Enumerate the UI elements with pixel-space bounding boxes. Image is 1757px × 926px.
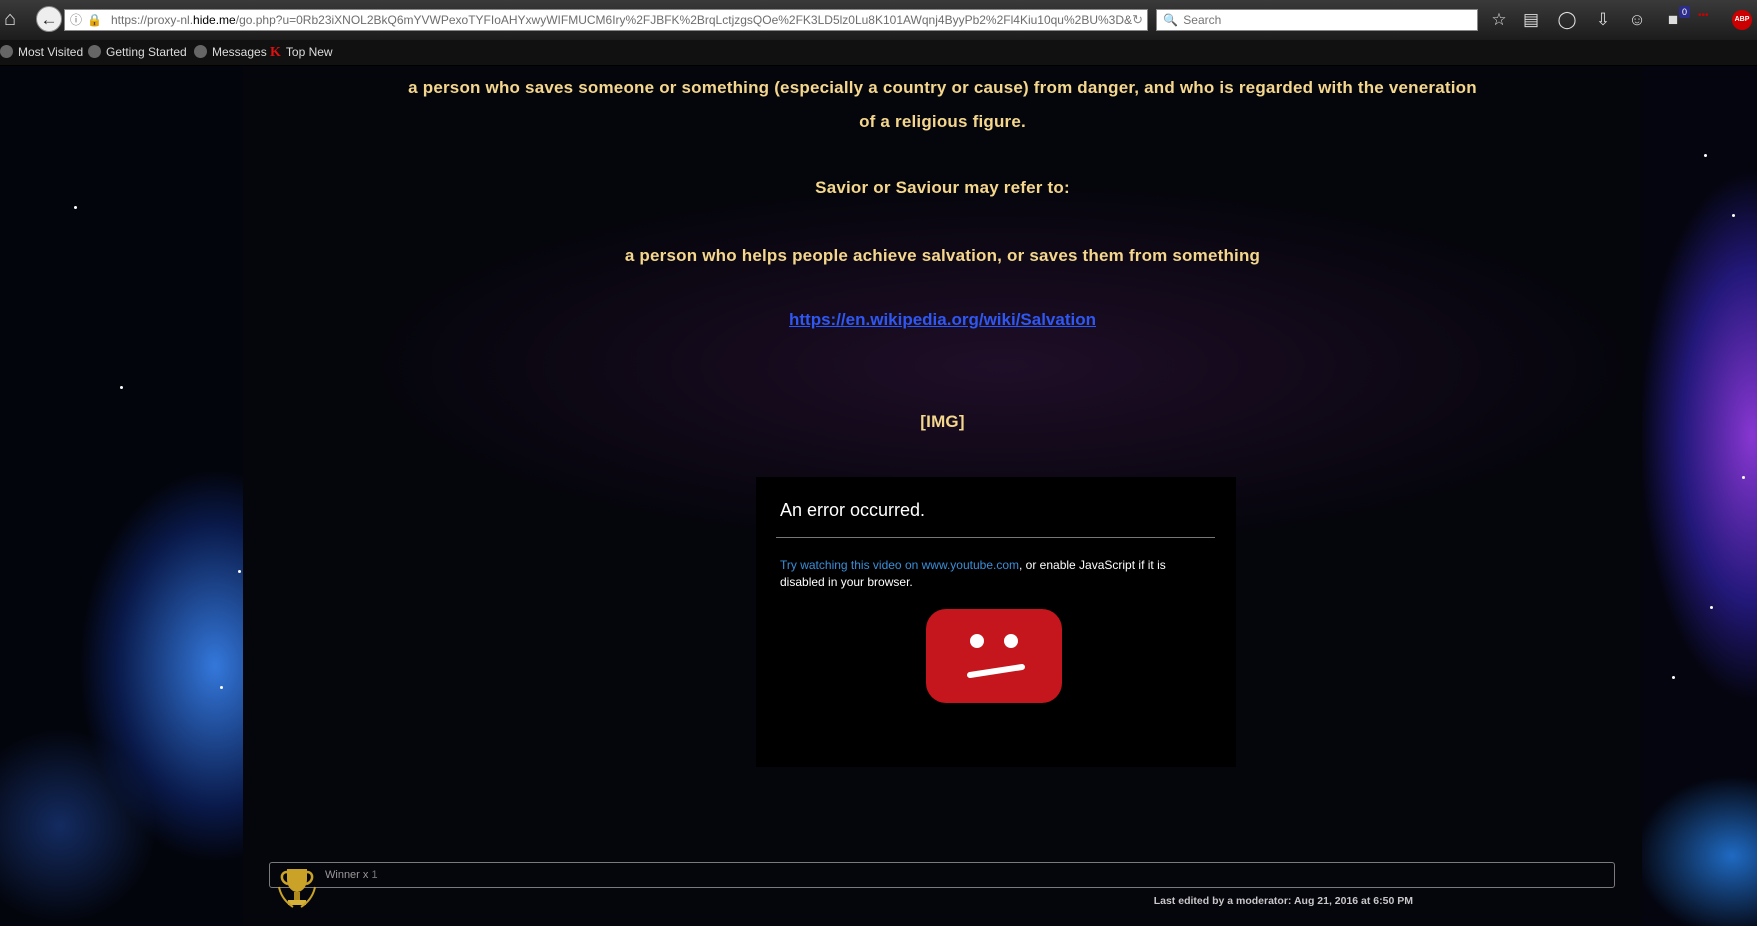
- globe-icon: [194, 45, 207, 58]
- url-text: https://proxy-nl.hide.me/go.php?u=0Rb23i…: [111, 13, 1132, 27]
- error-divider: [776, 537, 1215, 538]
- post-text-line: a person who saves someone or something …: [408, 78, 1477, 97]
- emoji-icon[interactable]: ☺: [1626, 9, 1648, 31]
- folder-icon: [0, 45, 13, 58]
- bookmark-star-icon[interactable]: ☆: [1488, 9, 1510, 31]
- bookmark-most-visited[interactable]: Most Visited: [0, 45, 83, 59]
- adblock-icon[interactable]: ABP: [1732, 10, 1752, 30]
- info-icon[interactable]: ⓘ: [69, 10, 83, 30]
- url-path: /go.php?u=0Rb23iXNOL2BkQ6mYVWPexoTYFIoAH…: [235, 13, 1133, 27]
- embedded-video-error[interactable]: An error occurred. Try watching this vid…: [756, 477, 1236, 767]
- k-logo-icon: K: [270, 45, 281, 60]
- winner-count: 1: [371, 869, 378, 881]
- reload-icon[interactable]: ↻: [1132, 10, 1143, 30]
- post-text-line: of a religious figure.: [859, 112, 1026, 131]
- sad-youtube-icon: [926, 609, 1062, 703]
- bookmark-label: Messages: [212, 45, 267, 59]
- bookmark-label: Top New: [285, 45, 333, 59]
- url-prefix: https://proxy-nl.: [111, 13, 194, 27]
- lock-icon: 🔒: [87, 13, 102, 27]
- browser-toolbar: ⌂ ← ⓘ 🔒 https://proxy-nl.hide.me/go.php?u=…: [0, 0, 1757, 40]
- bookmark-label: Most Visited: [18, 45, 84, 59]
- bookmark-top-new[interactable]: K Top New: [270, 45, 333, 61]
- back-button[interactable]: ←: [36, 6, 62, 32]
- bookmark-messages[interactable]: Messages: [194, 45, 267, 59]
- img-tag: [IMG]: [920, 412, 965, 431]
- error-message: Try watching this video on www.youtube.c…: [780, 557, 1210, 591]
- trophy-winner-label: Winner x 1: [325, 869, 378, 881]
- web-page: a person who saves someone or something …: [0, 66, 1757, 926]
- notification-badge: 0: [1679, 6, 1691, 18]
- error-title: An error occurred.: [780, 500, 926, 520]
- home-icon[interactable]: ⌂: [0, 8, 20, 30]
- wikipedia-link[interactable]: https://en.wikipedia.org/wiki/Salvation: [789, 310, 1096, 329]
- post-subheading: Savior or Saviour may refer to:: [815, 178, 1070, 197]
- left-background-panel: [0, 66, 243, 926]
- pocket-icon[interactable]: ◯: [1556, 9, 1578, 31]
- download-icon[interactable]: ⇩: [1592, 9, 1614, 31]
- trophy-icon[interactable]: [277, 865, 317, 911]
- url-bar[interactable]: ⓘ 🔒 https://proxy-nl.hide.me/go.php?u=0Rb2…: [64, 9, 1148, 31]
- winner-text: Winner x: [325, 869, 369, 881]
- bookmarks-bar: Most Visited Getting Started Messages KT…: [0, 40, 1757, 66]
- post-text-line: a person who helps people achieve salvat…: [624, 246, 1261, 265]
- post-content: a person who saves someone or something …: [243, 66, 1642, 926]
- url-domain: hide.me: [193, 13, 236, 27]
- search-input[interactable]: [1181, 12, 1466, 28]
- wikipedia-link-row: https://en.wikipedia.org/wiki/Salvation: [243, 310, 1642, 330]
- bookmark-getting-started[interactable]: Getting Started: [88, 45, 187, 59]
- search-icon: 🔍: [1163, 13, 1178, 27]
- search-bar[interactable]: 🔍: [1156, 9, 1478, 31]
- bookmark-label: Getting Started: [106, 45, 187, 59]
- youtube-link[interactable]: Try watching this video on www.youtube.c…: [780, 558, 1019, 572]
- last-edited-note: Last edited by a moderator: Aug 21, 2016…: [1153, 895, 1413, 907]
- right-background-panel: [1642, 66, 1757, 926]
- reading-list-icon[interactable]: ▤: [1520, 9, 1542, 31]
- more-dots-icon[interactable]: •••: [1698, 10, 1709, 21]
- trophy-bar: [269, 862, 1615, 888]
- globe-icon: [88, 45, 101, 58]
